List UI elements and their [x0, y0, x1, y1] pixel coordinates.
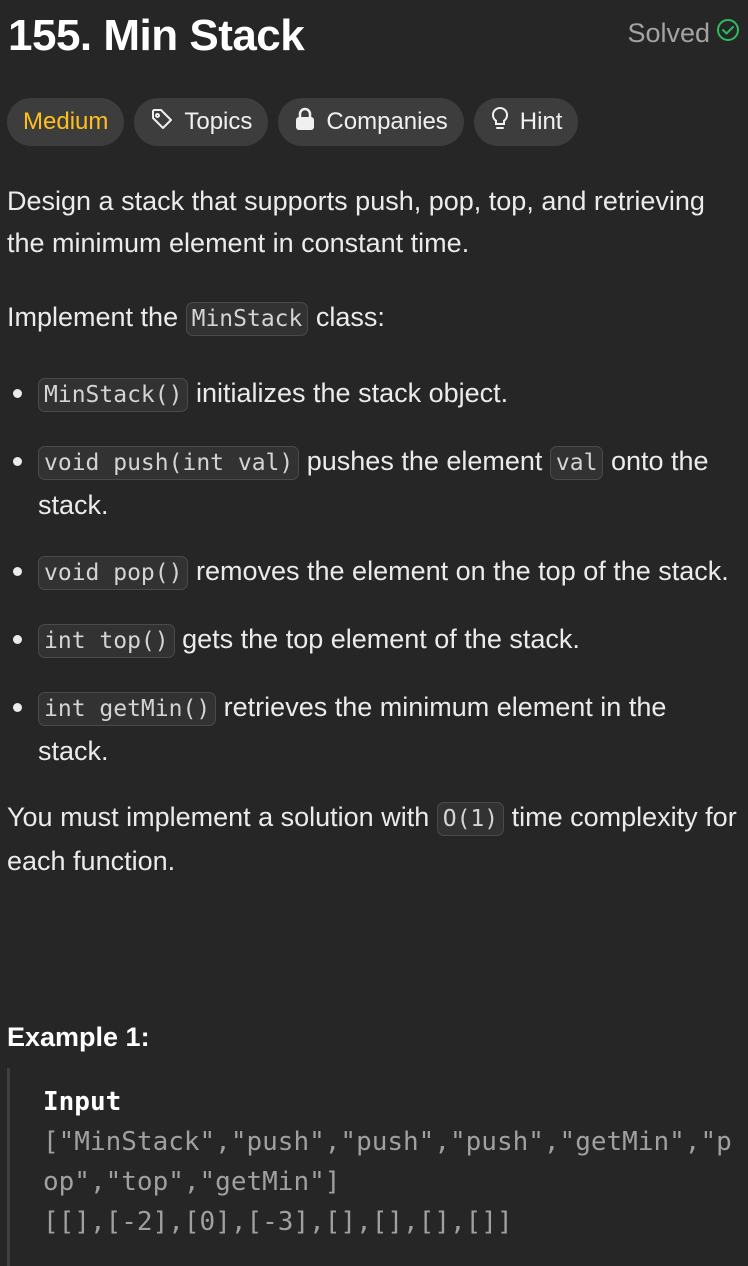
- complexity-code: O(1): [436, 802, 505, 836]
- title-row: 155. Min Stack Solved: [8, 8, 740, 64]
- list-item: int top() gets the top element of the st…: [7, 618, 737, 662]
- problem-title: 155. Min Stack: [8, 11, 305, 60]
- method-code: int top(): [38, 624, 175, 658]
- solved-status: Solved: [627, 18, 740, 49]
- method-code: int getMin(): [38, 692, 217, 726]
- list-item: MinStack() initializes the stack object.: [7, 372, 737, 416]
- method-code: MinStack(): [38, 378, 189, 412]
- method-code: void push(int val): [38, 446, 300, 480]
- methods-list: MinStack() initializes the stack object.…: [7, 372, 737, 772]
- method-text: gets the top element of the stack.: [174, 624, 580, 654]
- method-code: void pop(): [38, 556, 189, 590]
- topics-label: Topics: [184, 108, 253, 135]
- example-block: Input ["MinStack","push","push","push","g…: [7, 1068, 740, 1266]
- solved-label: Solved: [627, 18, 710, 48]
- hint-label: Hint: [519, 108, 563, 135]
- list-item: void push(int val) pushes the element va…: [7, 440, 737, 526]
- example-content: Input ["MinStack","push","push","push","g…: [43, 1082, 733, 1242]
- implement-suffix: class:: [308, 302, 385, 332]
- method-text: initializes the stack object.: [188, 378, 509, 408]
- complexity-paragraph: You must implement a solution with O(1) …: [7, 796, 737, 882]
- companies-label: Companies: [326, 108, 448, 135]
- difficulty-badge: Medium: [7, 98, 125, 146]
- input-label: Input: [43, 1087, 122, 1117]
- topics-button[interactable]: Topics: [134, 98, 269, 146]
- method-text: removes the element on the top of the st…: [188, 556, 729, 586]
- input-line-1: ["MinStack","push","push","push","getMin…: [43, 1127, 732, 1197]
- complexity-prefix: You must implement a solution with: [7, 802, 437, 832]
- tag-bar: Medium Topics Companies Hint: [7, 98, 579, 146]
- param-code: val: [549, 446, 604, 480]
- implement-paragraph: Implement the MinStack class:: [7, 296, 737, 340]
- difficulty-label: Medium: [23, 108, 109, 135]
- hint-button[interactable]: Hint: [473, 98, 579, 146]
- list-item: void pop() removes the element on the to…: [7, 550, 737, 594]
- list-item: int getMin() retrieves the minimum eleme…: [7, 686, 737, 772]
- intro-paragraph: Design a stack that supports push, pop, …: [7, 186, 705, 258]
- method-text: pushes the element: [299, 446, 550, 476]
- lightbulb-icon: [490, 106, 510, 139]
- problem-description: Design a stack that supports push, pop, …: [7, 180, 737, 882]
- check-circle-icon: [716, 18, 740, 49]
- lock-icon: [294, 107, 316, 138]
- tag-icon: [150, 107, 174, 138]
- example-title: Example 1:: [7, 1022, 150, 1052]
- implement-prefix: Implement the: [7, 302, 186, 332]
- companies-button[interactable]: Companies: [278, 98, 464, 146]
- class-name-code: MinStack: [185, 302, 309, 336]
- input-line-2: [[],[-2],[0],[-3],[],[],[],[]]: [43, 1207, 513, 1237]
